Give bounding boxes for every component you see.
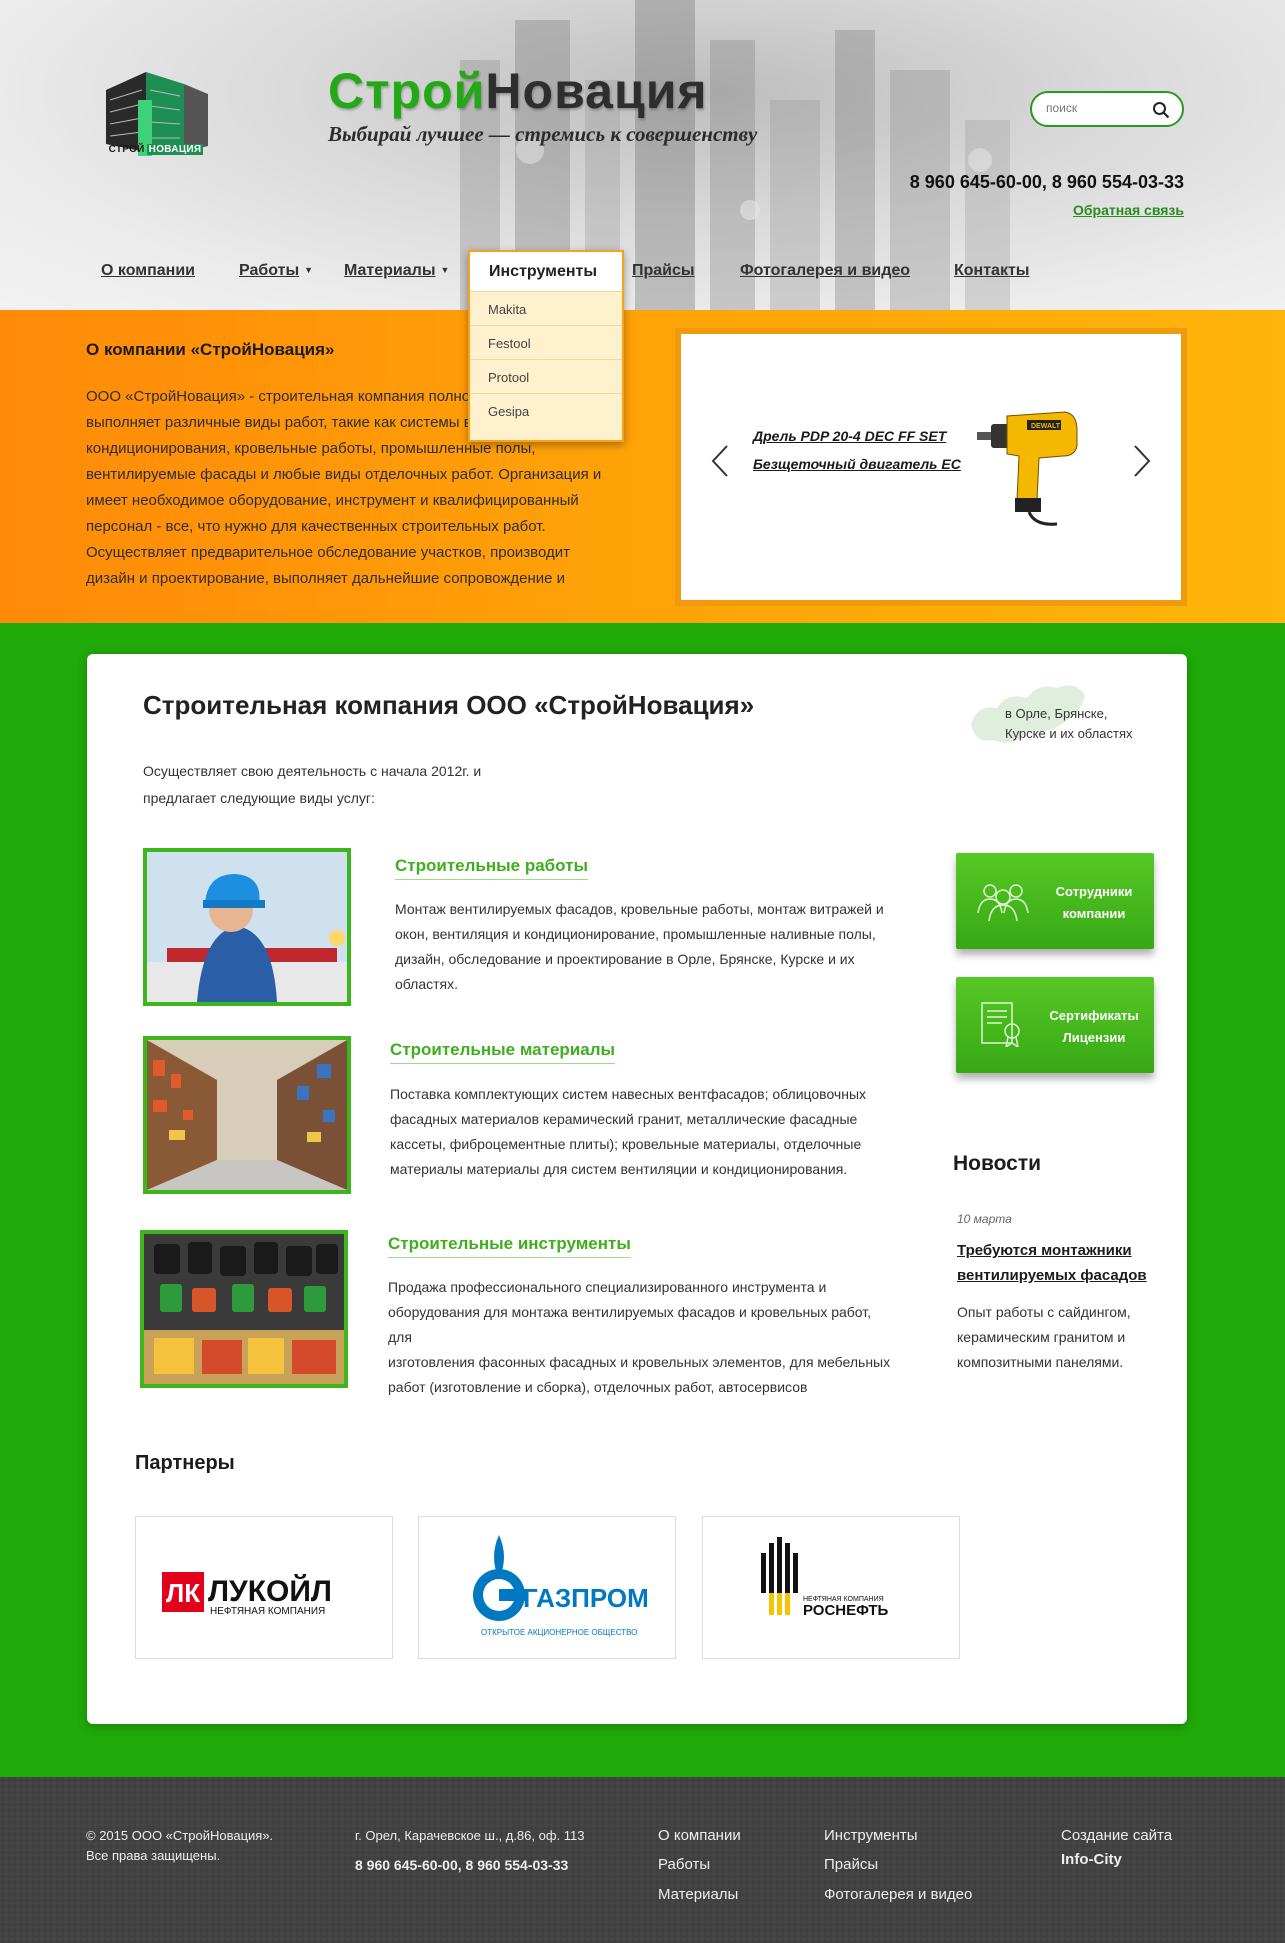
news-date: 10 марта bbox=[957, 1212, 1012, 1226]
slide-subtitle[interactable]: Безщеточный двигатель EC bbox=[753, 456, 961, 472]
footer-link-about[interactable]: О компании bbox=[658, 1827, 741, 1844]
service-title-materials[interactable]: Строительные материалы bbox=[390, 1040, 616, 1064]
nav-tools[interactable]: Инструменты bbox=[470, 252, 622, 292]
svg-text:ЛУКОЙЛ: ЛУКОЙЛ bbox=[208, 1574, 332, 1608]
svg-text:НЕФТЯНАЯ КОМПАНИЯ: НЕФТЯНАЯ КОМПАНИЯ bbox=[210, 1606, 325, 1617]
footer-dev-label: Создание сайта bbox=[1061, 1827, 1173, 1844]
slider-next-arrow-icon[interactable] bbox=[1131, 444, 1153, 478]
worker-photo bbox=[147, 852, 347, 1002]
construction-tools-image[interactable] bbox=[140, 1230, 348, 1388]
logo-caption: СТРОЙ НОВАЦИЯ bbox=[108, 144, 204, 155]
dropdown-item-makita[interactable]: Makita bbox=[470, 292, 622, 326]
brand-name[interactable]: СтройНовация bbox=[328, 62, 708, 120]
footer-link-works[interactable]: Работы bbox=[658, 1856, 710, 1873]
lukoil-logo: ЛК ЛУКОЙЛ НЕФТЯНАЯ КОМПАНИЯ bbox=[162, 1572, 332, 1617]
search-input[interactable] bbox=[1046, 101, 1146, 115]
service-text-materials: Поставка комплектующих систем навесных в… bbox=[390, 1086, 867, 1177]
partner-gazprom[interactable]: ГАЗПРОМ ОТКРЫТОЕ АКЦИОНЕРНОЕ ОБЩЕСТВО bbox=[418, 1516, 676, 1659]
footer-link-tools[interactable]: Инструменты bbox=[824, 1827, 918, 1844]
certificates-label: Сертификаты Лицензии bbox=[1049, 1008, 1139, 1045]
svg-text:ГАЗПРОМ: ГАЗПРОМ bbox=[523, 1583, 649, 1613]
nav-materials[interactable]: Материалы ▼ bbox=[344, 262, 449, 280]
footer-copyright: © 2015 ООО «СтройНовация». Все права защи… bbox=[86, 1828, 274, 1863]
warehouse-photo bbox=[147, 1040, 347, 1190]
nav-contacts[interactable]: Контакты bbox=[954, 262, 1029, 280]
dropdown-item-protool[interactable]: Protool bbox=[470, 360, 622, 394]
partner-lukoil[interactable]: ЛК ЛУКОЙЛ НЕФТЯНАЯ КОМПАНИЯ bbox=[135, 1516, 393, 1659]
header: СТРОЙ НОВАЦИЯ СтройНовация Выбирай лучшее… bbox=[0, 0, 1285, 310]
news-heading: Новости bbox=[953, 1152, 1042, 1175]
region-text: в Орле, Брянске, Курске и их областях bbox=[1005, 706, 1133, 741]
footer-link-materials[interactable]: Материалы bbox=[658, 1886, 738, 1903]
svg-text:РОСНЕФТЬ: РОСНЕФТЬ bbox=[803, 1602, 889, 1619]
dropdown-item-gesipa[interactable]: Gesipa bbox=[470, 394, 622, 428]
service-text-tools: Продажа профессионального специализирова… bbox=[388, 1279, 891, 1395]
svg-text:ЛК: ЛК bbox=[166, 1578, 200, 1608]
certificate-icon bbox=[981, 1002, 1020, 1047]
service-title-works[interactable]: Строительные работы bbox=[395, 856, 588, 880]
tools-dropdown-menu: Инструменты Makita Festool Protool Gesip… bbox=[468, 250, 624, 442]
product-slider: Дрель PDP 20-4 DEC FF SET Безщеточный дв… bbox=[675, 328, 1187, 606]
footer-dev-link[interactable]: Info-City bbox=[1061, 1850, 1122, 1870]
partners-heading: Партнеры bbox=[135, 1452, 235, 1474]
feedback-link[interactable]: Обратная связь bbox=[1073, 202, 1184, 218]
gazprom-logo: ГАЗПРОМ ОТКРЫТОЕ АКЦИОНЕРНОЕ ОБЩЕСТВО bbox=[473, 1535, 649, 1637]
certificates-button[interactable]: Сертификаты Лицензии bbox=[956, 977, 1154, 1073]
nav-about[interactable]: О компании bbox=[101, 262, 195, 280]
construction-works-image[interactable] bbox=[143, 848, 351, 1006]
svg-text:DEWALT: DEWALT bbox=[1031, 423, 1061, 430]
slide-title[interactable]: Дрель PDP 20-4 DEC FF SET bbox=[753, 428, 946, 444]
page-title: Строительная компания ООО «СтройНовация» bbox=[143, 690, 755, 720]
dropdown-item-festool[interactable]: Festool bbox=[470, 326, 622, 360]
construction-materials-image[interactable] bbox=[143, 1036, 351, 1194]
footer-address: г. Орел, Карачевское ш., д.86, оф. 113 bbox=[355, 1828, 585, 1843]
people-icon bbox=[977, 884, 1029, 922]
service-title-tools[interactable]: Строительные инструменты bbox=[388, 1234, 631, 1258]
service-text-works: Монтаж вентилируемых фасадов, кровельные… bbox=[395, 901, 884, 992]
search-icon[interactable] bbox=[1152, 101, 1170, 119]
footer-phones: 8 960 645-60-00, 8 960 554-03-33 bbox=[355, 1857, 569, 1873]
main-nav: О компании Работы ▼ Материалы ▼ Прайсы Фот… bbox=[0, 256, 1285, 286]
slider-prev-arrow-icon[interactable] bbox=[709, 444, 731, 478]
nav-gallery[interactable]: Фотогалерея и видео bbox=[740, 262, 910, 280]
drill-image: DEWALT bbox=[977, 411, 1078, 526]
footer: © 2015 ООО «СтройНовация». Все права защи… bbox=[0, 1777, 1285, 1943]
search-box[interactable] bbox=[1030, 91, 1184, 127]
about-title: О компании «СтройНовация» bbox=[86, 340, 335, 359]
nav-prices[interactable]: Прайсы bbox=[632, 262, 695, 280]
employees-button[interactable]: Сотрудники компании bbox=[956, 853, 1154, 949]
nav-works[interactable]: Работы ▼ bbox=[239, 262, 313, 280]
news-text: Опыт работы с сайдингом, керамическим гра… bbox=[957, 1304, 1131, 1370]
employees-label: Сотрудники компании bbox=[1055, 884, 1133, 921]
header-phones: 8 960 645-60-00, 8 960 554-03-33 bbox=[909, 172, 1184, 192]
rosneft-logo: НЕФТЯНАЯ КОМПАНИЯ РОСНЕФТЬ bbox=[761, 1537, 889, 1619]
dropdown-arrow-icon: ▼ bbox=[304, 265, 314, 275]
footer-link-prices[interactable]: Прайсы bbox=[824, 1856, 878, 1873]
dropdown-arrow-icon: ▼ bbox=[440, 265, 450, 275]
slogan: Выбирай лучшее — стремись к совершенству bbox=[328, 122, 758, 146]
tools-photo bbox=[144, 1234, 344, 1384]
footer-link-gallery[interactable]: Фотогалерея и видео bbox=[824, 1886, 972, 1903]
svg-text:ОТКРЫТОЕ АКЦИОНЕРНОЕ ОБЩЕСТВО: ОТКРЫТОЕ АКЦИОНЕРНОЕ ОБЩЕСТВО bbox=[481, 1628, 637, 1637]
main-content-card: Строительная компания ООО «СтройНовация»… bbox=[87, 654, 1187, 1724]
intro-text: Осуществляет свою деятельность с начала … bbox=[143, 763, 482, 806]
news-title-link[interactable]: Требуются монтажники вентилируемых фасадо… bbox=[957, 1238, 1157, 1288]
partner-rosneft[interactable]: НЕФТЯНАЯ КОМПАНИЯ РОСНЕФТЬ bbox=[702, 1516, 960, 1659]
